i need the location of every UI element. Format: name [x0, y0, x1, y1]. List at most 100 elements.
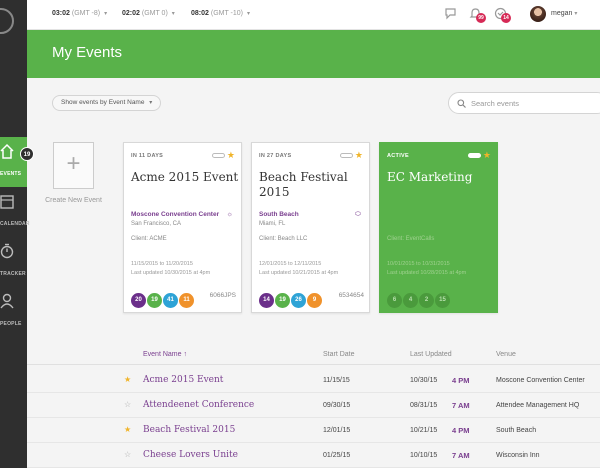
sidebar: EVENTS CALENDAR TRACKER PEOPLE	[0, 0, 30, 468]
stat-circle: 26	[291, 293, 306, 308]
column-header-venue[interactable]: Venue	[496, 351, 516, 358]
sidebar-item-people[interactable]: PEOPLE	[0, 287, 27, 337]
sidebar-item-tracker[interactable]: TRACKER	[0, 237, 27, 287]
tag-icon: ⬭	[355, 211, 361, 218]
chevron-down-icon: ▾	[574, 11, 578, 17]
notifications-badge: 99	[476, 13, 486, 23]
sidebar-item-calendar[interactable]: CALENDAR	[0, 187, 30, 237]
stat-circle: 14	[259, 293, 274, 308]
stat-circle: 20	[131, 293, 146, 308]
venue: Attendee Management HQ	[496, 402, 580, 409]
event-city: San Francisco, CA	[131, 221, 182, 227]
updated-date: 10/30/15	[410, 377, 438, 384]
column-header-event-name[interactable]: Event Name ↑	[143, 351, 187, 358]
sidebar-item-events[interactable]: EVENTS	[0, 137, 27, 187]
clock-time: 08:02	[191, 10, 209, 17]
star-icon[interactable]: ★	[483, 150, 491, 161]
chevron-down-icon: ▾	[246, 11, 250, 17]
sun-icon: ☼	[226, 211, 233, 218]
table-row[interactable]: ☆ Cheese Lovers Unite 01/25/15 10/10/15 …	[27, 443, 600, 468]
table-row[interactable]: ☆ Attendeenet Conference 09/30/15 08/31/…	[27, 393, 600, 418]
column-header-start-date[interactable]: Start Date	[323, 351, 355, 358]
clock-time: 03:02	[52, 10, 70, 17]
show-events-by-dropdown[interactable]: Show events by Event Name ▾	[52, 95, 162, 111]
create-new-event-label[interactable]: Create New Event	[44, 196, 103, 206]
event-name-link[interactable]: Cheese Lovers Unite	[143, 450, 238, 460]
venue: Moscone Convention Center	[496, 377, 585, 384]
updated-time: 7 AM	[452, 401, 470, 410]
toggle-icon[interactable]	[212, 153, 225, 158]
event-last-updated: Last updated 10/30/2015 at 4pm	[131, 270, 211, 276]
event-venue: South Beach	[259, 211, 299, 218]
star-outline-icon[interactable]: ☆	[124, 400, 131, 409]
star-icon[interactable]: ★	[355, 150, 363, 161]
event-title: EC Marketing	[387, 170, 473, 184]
updated-time: 4 PM	[452, 426, 470, 435]
star-icon[interactable]: ★	[124, 425, 131, 434]
event-card[interactable]: IN 27 DAYS ★ Beach Festival 2015 South B…	[251, 142, 370, 313]
event-code: 6534654	[338, 292, 364, 299]
venue: South Beach	[496, 427, 537, 434]
create-new-event-button[interactable]: +	[53, 142, 94, 189]
updated-time: 4 PM	[452, 376, 470, 385]
stat-circle: 6	[387, 293, 402, 308]
event-stats: 20 19 41 11	[131, 288, 195, 308]
event-name-link[interactable]: Acme 2015 Event	[143, 375, 223, 385]
clock-dropdown[interactable]: 03:02 (GMT -8) ▾	[52, 10, 107, 17]
column-header-last-updated[interactable]: Last Updated	[410, 351, 452, 358]
username: megan	[551, 10, 573, 17]
person-icon	[0, 293, 14, 309]
event-countdown: IN 27 DAYS	[259, 153, 292, 159]
search-input[interactable]: Search events	[448, 92, 600, 114]
start-date: 12/01/15	[323, 427, 351, 434]
event-name-link[interactable]: Beach Festival 2015	[143, 425, 235, 435]
plus-icon: +	[66, 150, 81, 177]
clock-time: 02:02	[122, 10, 140, 17]
user-menu[interactable]: megan ▾	[551, 10, 577, 17]
start-date: 09/30/15	[323, 402, 351, 409]
clock-timezone: (GMT 0)	[141, 10, 168, 17]
updated-time: 7 AM	[452, 451, 470, 460]
event-dates: 10/01/2015 to 10/31/2015	[387, 261, 450, 267]
clock-dropdown[interactable]: 08:02 (GMT -10) ▾	[191, 10, 250, 17]
home-icon	[0, 143, 14, 159]
star-icon[interactable]: ★	[227, 150, 235, 161]
venue: Wisconsin Inn	[496, 452, 540, 459]
event-name-link[interactable]: Attendeenet Conference	[143, 400, 254, 410]
sidebar-item-label: EVENTS	[0, 171, 22, 177]
stat-circle: 19	[147, 293, 162, 308]
updated-date: 08/31/15	[410, 402, 438, 409]
events-count-badge: 19	[20, 147, 34, 161]
clock-timezone: (GMT -10)	[210, 10, 244, 17]
sidebar-item-label: TRACKER	[0, 271, 26, 277]
stat-circle: 19	[275, 293, 290, 308]
toggle-icon[interactable]	[340, 153, 353, 158]
table-row[interactable]: ★ Beach Festival 2015 12/01/15 10/21/15 …	[27, 418, 600, 443]
toggle-icon[interactable]	[468, 153, 481, 158]
star-outline-icon[interactable]: ☆	[124, 450, 131, 459]
event-card-active[interactable]: ACTIVE ★ EC Marketing Client: EventCalls…	[379, 142, 498, 313]
event-card[interactable]: IN 11 DAYS ★ Acme 2015 Event Moscone Con…	[123, 142, 242, 313]
event-dates: 11/15/2015 to 11/20/2015	[131, 261, 193, 267]
chevron-down-icon: ▾	[104, 11, 108, 17]
event-status: ACTIVE	[387, 153, 409, 159]
event-client: Client: Beach LLC	[259, 236, 308, 242]
calendar-icon	[0, 195, 14, 209]
event-last-updated: Last updated 10/21/2015 at 4pm	[259, 270, 339, 276]
page-title: My Events	[52, 44, 123, 61]
start-date: 11/15/15	[323, 377, 350, 384]
search-placeholder: Search events	[471, 99, 519, 108]
star-icon[interactable]: ★	[124, 375, 131, 384]
updated-date: 10/10/15	[410, 452, 438, 459]
table-row[interactable]: ★ Acme 2015 Event 11/15/15 10/30/15 4 PM…	[27, 368, 600, 393]
stat-circle: 15	[435, 293, 450, 308]
chat-icon[interactable]	[444, 7, 457, 20]
stopwatch-icon	[0, 243, 14, 259]
clock-dropdown[interactable]: 02:02 (GMT 0) ▾	[122, 10, 175, 17]
sidebar-item-label: CALENDAR	[0, 221, 30, 227]
avatar[interactable]	[530, 6, 546, 22]
app-logo-icon[interactable]	[0, 8, 14, 34]
top-bar: 03:02 (GMT -8) ▾ 02:02 (GMT 0) ▾ 08:02 (…	[27, 0, 600, 30]
event-city: Miami, FL	[259, 221, 286, 227]
event-dates: 12/01/2015 to 12/11/2015	[259, 261, 322, 267]
